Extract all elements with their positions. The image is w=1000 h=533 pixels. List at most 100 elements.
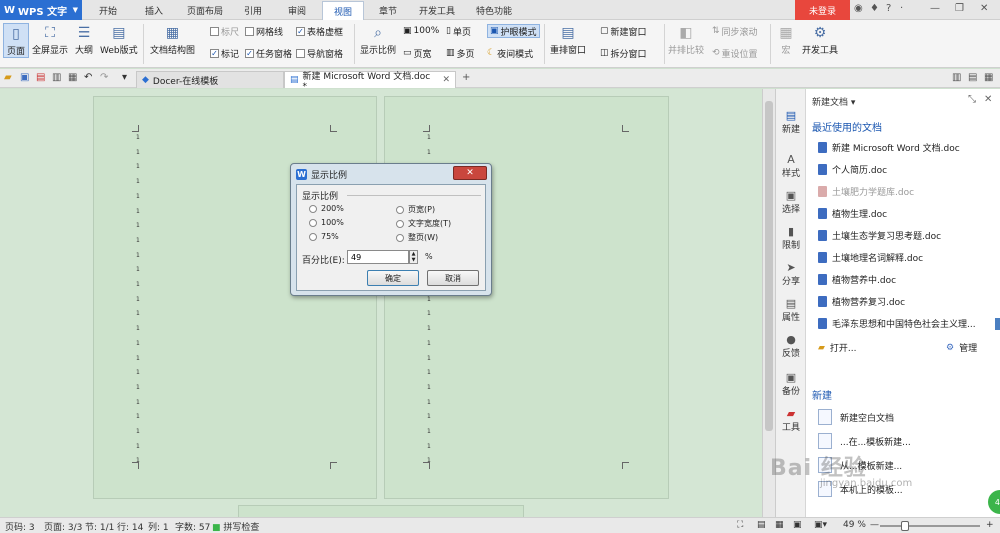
new-tab-icon[interactable]: + xyxy=(462,72,470,83)
pane-title[interactable]: 新建文档 ▾ xyxy=(812,95,855,108)
strip-select[interactable]: ▣ 选择 xyxy=(776,189,806,215)
multi-page-button[interactable]: ▥ 多页 xyxy=(446,46,475,60)
new-blank-doc[interactable]: 新建空白文档 xyxy=(818,409,894,425)
page-view-button[interactable]: ▯ 页面 xyxy=(3,23,29,58)
minimize-icon[interactable]: — xyxy=(930,3,940,14)
document-area[interactable]: 11111111111111111111111 1111111111111111… xyxy=(0,89,775,517)
strip-restrict[interactable]: ▮ 限制 xyxy=(776,225,806,251)
new-from-template[interactable]: ...在...模板新建... xyxy=(818,433,911,449)
new-window-button[interactable]: ▢ 新建窗口 xyxy=(600,24,647,38)
arrange-windows-button[interactable]: ▤ 重排窗口 xyxy=(550,23,586,56)
tab-chapter[interactable]: 章节 xyxy=(370,0,406,20)
scrollbar-thumb[interactable] xyxy=(765,101,773,431)
pin-icon[interactable]: ⤡ xyxy=(968,94,976,105)
page-view-icon[interactable]: ▤ xyxy=(757,520,766,530)
radio-whole-page[interactable]: 整页(W) xyxy=(396,232,438,243)
page-width-button[interactable]: ▭ 页宽 xyxy=(403,46,432,60)
split-window-button[interactable]: ◫ 拆分窗口 xyxy=(600,46,647,60)
document-page[interactable]: 11111111111111111111111 xyxy=(384,96,669,499)
eye-view-icon[interactable]: ▣▾ xyxy=(814,520,827,530)
manage-link[interactable]: ⚙ 管理 xyxy=(946,341,996,355)
close-pane-icon[interactable]: ✕ xyxy=(984,94,992,105)
nav-pane-checkbox[interactable]: 导航窗格 xyxy=(296,46,343,60)
restore-icon[interactable]: ❐ xyxy=(955,3,964,14)
document-page[interactable]: 11111111111111111111111 xyxy=(93,96,377,499)
doc-tab-active[interactable]: ▤ 新建 Microsoft Word 文档.doc * ✕ xyxy=(284,71,456,92)
zoom-slider[interactable] xyxy=(880,521,980,531)
ruler-checkbox[interactable]: 标尺 xyxy=(210,24,239,38)
radio-200[interactable]: 200% xyxy=(309,204,344,213)
zoom-button[interactable]: ⌕ 显示比例 xyxy=(360,23,396,56)
recent-doc-item[interactable]: 植物生理.doc xyxy=(818,207,996,220)
tab-page-layout[interactable]: 页面布局 xyxy=(180,0,230,20)
pane-menu-icon[interactable]: ▦ xyxy=(984,72,993,83)
open-icon[interactable]: ▰ xyxy=(4,72,12,83)
eye-protect-button[interactable]: ▣ 护眼模式 xyxy=(487,24,540,38)
recent-doc-item[interactable]: 新建 Microsoft Word 文档.doc xyxy=(818,141,996,154)
undo-icon[interactable]: ↶ xyxy=(84,72,92,83)
table-borders-checkbox[interactable]: ✓ 表格虚框 xyxy=(296,24,343,38)
strip-tools[interactable]: ▰ 工具 xyxy=(776,407,806,433)
fit-icon[interactable]: ⛶ xyxy=(737,520,743,530)
recent-doc-item[interactable]: 植物营养中.doc xyxy=(818,273,996,286)
side-by-side-button[interactable]: ◧ 并排比较 xyxy=(668,23,704,56)
reset-position-button[interactable]: ⟲ 重设位置 xyxy=(712,46,758,60)
print-icon[interactable]: ▥ xyxy=(52,72,61,83)
web-view-icon[interactable]: ▣ xyxy=(793,520,802,530)
preview-icon[interactable]: ▦ xyxy=(68,72,77,83)
tab-developer[interactable]: 开发工具 xyxy=(412,0,462,20)
marks-checkbox[interactable]: ✓ 标记 xyxy=(210,46,239,60)
zoom-slider-knob[interactable] xyxy=(900,521,909,531)
recent-doc-item[interactable]: 土壤肥力学题库.doc xyxy=(818,185,996,198)
zoom-100-button[interactable]: ▣ 100% xyxy=(403,24,439,38)
customize-icon[interactable]: ▾ xyxy=(122,72,127,83)
save-icon[interactable]: ▣ xyxy=(20,72,29,83)
gridlines-checkbox[interactable]: 网格线 xyxy=(245,24,283,38)
spell-check[interactable]: ■ 拼写检查 xyxy=(212,520,259,533)
sync-scroll-button[interactable]: ⇅ 同步滚动 xyxy=(712,24,758,38)
doc-tab-docer[interactable]: ◆ Docer-在线模板 xyxy=(136,71,284,88)
tab-start[interactable]: 开始 xyxy=(90,0,126,20)
strip-feedback[interactable]: ● 反馈 xyxy=(776,333,806,359)
outline-button[interactable]: ☰ 大纲 xyxy=(74,23,94,56)
dropdown-icon[interactable]: · xyxy=(900,3,903,14)
strip-style[interactable]: A 样式 xyxy=(776,153,806,179)
close-tab-icon[interactable]: ✕ xyxy=(442,75,450,85)
tab-features[interactable]: 特色功能 xyxy=(468,0,520,20)
pane-list-icon[interactable]: ▤ xyxy=(968,72,977,83)
outline-view-icon[interactable]: ▦ xyxy=(775,520,784,530)
doc-structure-button[interactable]: ▦ 文档结构图 xyxy=(150,23,195,56)
recent-doc-item[interactable]: 毛泽东思想和中国特色社会主义理... xyxy=(818,317,996,330)
recent-doc-item[interactable]: 土壤地理名词解释.doc xyxy=(818,251,996,264)
task-pane-checkbox[interactable]: ✓ 任务窗格 xyxy=(245,46,292,60)
login-button[interactable]: 未登录 xyxy=(795,0,850,20)
skin-icon[interactable]: ◉ xyxy=(854,3,863,14)
radio-75[interactable]: 75% xyxy=(309,232,339,241)
strip-new[interactable]: ▤ 新建 xyxy=(776,109,806,135)
recent-doc-item[interactable]: 土壤生态学复习思考题.doc xyxy=(818,229,996,242)
redo-icon[interactable]: ↷ xyxy=(100,72,108,83)
percent-spinner[interactable]: ▲ ▼ xyxy=(409,250,418,264)
radio-100[interactable]: 100% xyxy=(309,218,344,227)
pdf-icon[interactable]: ▤ xyxy=(36,72,45,83)
single-page-button[interactable]: ▯ 单页 xyxy=(446,24,471,38)
dialog-close-button[interactable]: ✕ xyxy=(453,166,487,180)
shirt-icon[interactable]: ♦ xyxy=(870,3,879,14)
recent-doc-item[interactable]: 个人简历.doc xyxy=(818,163,996,176)
open-link[interactable]: ▰ 打开... xyxy=(818,341,878,355)
radio-page-width[interactable]: 页宽(P) xyxy=(396,204,435,215)
percent-input[interactable] xyxy=(347,250,409,264)
web-layout-button[interactable]: ▤ Web版式 xyxy=(100,23,138,56)
help-icon[interactable]: ? xyxy=(886,3,891,14)
document-page[interactable] xyxy=(238,505,524,517)
zoom-out-icon[interactable]: — xyxy=(870,520,879,530)
app-menu-button[interactable]: W WPS 文字 ▼ xyxy=(0,0,82,20)
dev-tools-button[interactable]: ⚙ 开发工具 xyxy=(802,23,838,56)
tab-view[interactable]: 视图 xyxy=(322,1,364,21)
recent-doc-item[interactable]: 植物营养复习.doc xyxy=(818,295,996,308)
close-icon[interactable]: ✕ xyxy=(980,3,988,14)
tab-review[interactable]: 审阅 xyxy=(280,0,314,20)
tab-insert[interactable]: 插入 xyxy=(136,0,172,20)
fullscreen-button[interactable]: ⛶ 全屏显示 xyxy=(32,23,68,56)
tab-references[interactable]: 引用 xyxy=(236,0,270,20)
